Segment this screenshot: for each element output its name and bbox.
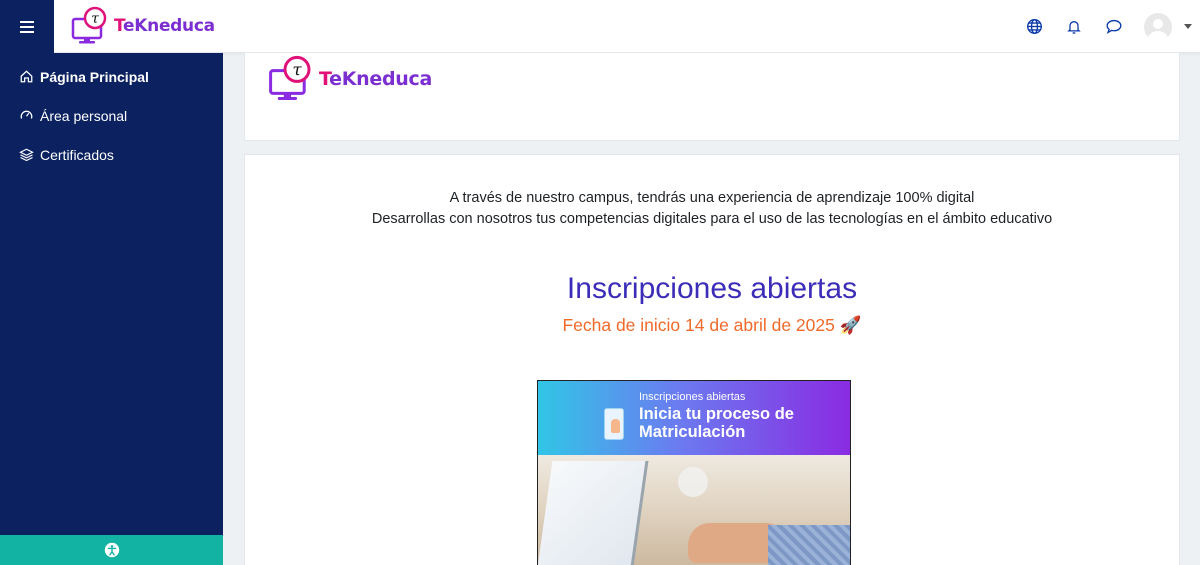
laptop-image: [538, 461, 649, 565]
layers-icon: [19, 148, 34, 162]
touch-icon: [604, 408, 624, 440]
globe-icon: [1026, 19, 1042, 34]
messages-button[interactable]: [1094, 0, 1134, 53]
hamburger-icon: [20, 20, 34, 33]
chevron-down-icon[interactable]: [1184, 24, 1192, 29]
page-title: Inscripciones abiertas: [566, 272, 858, 305]
sidebar-item-label: Certificados: [40, 146, 114, 163]
logo-letter: τ: [292, 59, 302, 79]
sidebar: Página Principal Área personal Certifica…: [0, 53, 223, 565]
enrollment-banner[interactable]: Inscripciones abiertas Inicia tu proceso…: [537, 380, 851, 565]
brand-name: TeKneduca: [319, 68, 432, 90]
accessibility-button[interactable]: [0, 535, 223, 565]
sidebar-item-label: Área personal: [40, 107, 128, 124]
banner-photo: [538, 455, 850, 565]
logo-icon: τ: [269, 55, 311, 100]
notifications-button[interactable]: [1054, 0, 1094, 53]
sidebar-item-dashboard[interactable]: Área personal: [0, 96, 223, 135]
intro-line: A través de nuestro campus, tendrás una …: [449, 190, 975, 206]
menu-toggle-button[interactable]: [0, 0, 54, 53]
bell-icon: [1067, 21, 1081, 34]
home-icon: [20, 70, 33, 83]
sidebar-item-certificates[interactable]: Certificados: [0, 135, 223, 174]
logo-icon: τ: [71, 6, 107, 44]
banner-title-line: Inicia tu proceso de: [639, 405, 794, 423]
banner-header: Inscripciones abiertas Inicia tu proceso…: [538, 381, 850, 455]
brand-name: TeKneduca: [114, 16, 215, 36]
banner-title-line: Matriculación: [639, 423, 746, 441]
banner-small-text: Inscripciones abiertas: [639, 391, 746, 403]
sidebar-item-label: Página Principal: [40, 68, 149, 85]
main-content-card: A través de nuestro campus, tendrás una …: [244, 154, 1180, 565]
start-date-text: Fecha de inicio 14 de abril de 2025 🚀: [562, 315, 862, 335]
banner-title: Inicia tu proceso de Matriculación: [639, 405, 794, 441]
intro-line: Desarrollas con nosotros tus competencia…: [371, 211, 1053, 227]
cup-image: [678, 467, 708, 497]
dashboard-icon: [20, 110, 33, 119]
intro-text: A través de nuestro campus, tendrás una …: [245, 188, 1179, 230]
language-button[interactable]: [1014, 0, 1054, 53]
logo-letter: τ: [91, 11, 99, 27]
sidebar-item-home[interactable]: Página Principal: [0, 57, 223, 96]
sleeve-image: [768, 525, 850, 565]
brand-logo[interactable]: τ TeKneduca: [70, 2, 215, 50]
accessibility-icon: [104, 542, 119, 558]
top-navbar: τ TeKneduca: [0, 0, 1200, 53]
navbar-actions: [1014, 0, 1200, 53]
chat-icon: [1106, 19, 1122, 34]
avatar[interactable]: [1144, 12, 1172, 41]
brand-logo-large: τ TeKneduca: [267, 55, 432, 103]
header-card: τ TeKneduca: [244, 53, 1180, 141]
